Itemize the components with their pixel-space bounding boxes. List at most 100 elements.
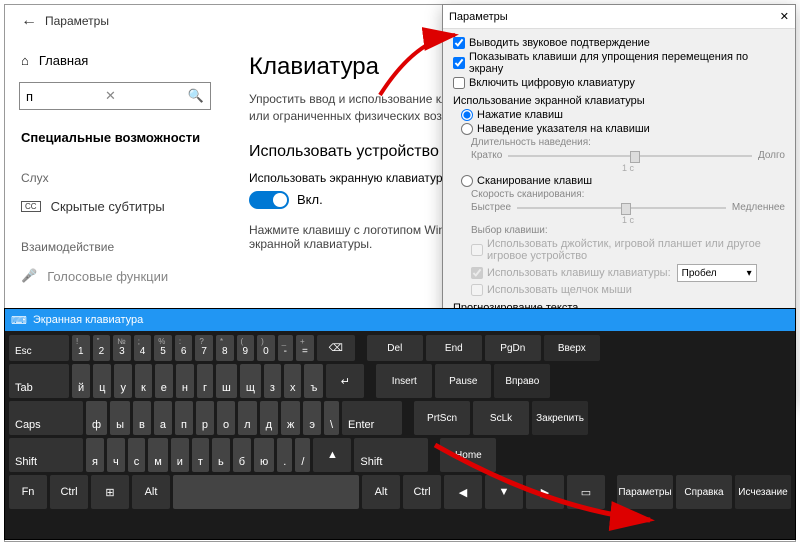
key-9[interactable]: (9 [237, 335, 255, 361]
key-и[interactable]: и [171, 438, 189, 472]
key-ш[interactable]: ш [216, 364, 237, 398]
chk-keyboard[interactable]: Использовать клавишу клавиатуры: [471, 267, 671, 279]
key-fade[interactable]: Исчезание [735, 475, 791, 509]
key-enter[interactable]: Enter [342, 401, 402, 435]
key-щ[interactable]: щ [240, 364, 261, 398]
key-ж[interactable]: ж [281, 401, 300, 435]
key-1[interactable]: !1 [72, 335, 90, 361]
key-del[interactable]: Del [367, 335, 423, 361]
hover-slider[interactable]: Кратко Долго [471, 150, 785, 161]
key-.[interactable]: . [277, 438, 292, 472]
key-help[interactable]: Справка [676, 475, 732, 509]
search-clear-icon[interactable]: ✕ [105, 88, 116, 104]
key-з[interactable]: з [264, 364, 281, 398]
search-input[interactable]: п ✕ 🔍 [19, 82, 211, 110]
key-/[interactable]: / [295, 438, 310, 472]
key-space[interactable] [173, 475, 359, 509]
chk-showkeys[interactable]: Показывать клавиши для упрощения перемещ… [453, 51, 785, 75]
key-д[interactable]: д [260, 401, 278, 435]
slider-track[interactable] [508, 155, 752, 157]
key-ctrl-r[interactable]: Ctrl [403, 475, 441, 509]
chk-numpad[interactable]: Включить цифровую клавиатуру [453, 77, 785, 89]
key-left[interactable]: ◀ [444, 475, 482, 509]
key-esc[interactable]: Esc [9, 335, 69, 361]
key-select[interactable]: Пробел▾ [677, 264, 757, 282]
key-shift-r[interactable]: Shift [354, 438, 428, 472]
key-right[interactable]: Вправо [494, 364, 550, 398]
key-layout[interactable]: ▭ [567, 475, 605, 509]
key-ъ[interactable]: ъ [304, 364, 323, 398]
key-insert[interactable]: Insert [376, 364, 432, 398]
key-home[interactable]: Home [440, 438, 496, 472]
key-о[interactable]: о [217, 401, 235, 435]
key--[interactable]: _- [278, 335, 293, 361]
key-up[interactable]: Вверх [544, 335, 600, 361]
chk-sound[interactable]: Выводить звуковое подтверждение [453, 37, 785, 49]
key-prtscn[interactable]: PrtScn [414, 401, 470, 435]
key-8[interactable]: *8 [216, 335, 234, 361]
key-ф[interactable]: ф [86, 401, 107, 435]
key-\[interactable]: \ [324, 401, 339, 435]
key-down[interactable]: ▼ [485, 475, 523, 509]
key-л[interactable]: л [238, 401, 256, 435]
key-enter-top[interactable]: ↵ [326, 364, 364, 398]
radio-hover[interactable]: Наведение указателя на клавиши [461, 123, 785, 135]
key-win[interactable]: ⊞ [91, 475, 129, 509]
key-params[interactable]: Параметры [617, 475, 673, 509]
key-е[interactable]: е [155, 364, 173, 398]
radio-scan[interactable]: Сканирование клавиш [461, 175, 785, 187]
key-э[interactable]: э [303, 401, 321, 435]
key-altgr[interactable]: Alt [362, 475, 400, 509]
key-0[interactable]: )0 [257, 335, 275, 361]
key-н[interactable]: н [176, 364, 194, 398]
key-shift-l[interactable]: Shift [9, 438, 83, 472]
nav-voice[interactable]: 🎤 Голосовые функции [5, 258, 225, 294]
key-ч[interactable]: ч [107, 438, 125, 472]
key-7[interactable]: ?7 [195, 335, 213, 361]
chk-mouse[interactable]: Использовать щелчок мыши [471, 284, 785, 296]
key-ы[interactable]: ы [110, 401, 130, 435]
key-caps[interactable]: Caps [9, 401, 83, 435]
key-sclk[interactable]: ScLk [473, 401, 529, 435]
key-tab[interactable]: Tab [9, 364, 69, 398]
key-п[interactable]: п [175, 401, 193, 435]
key-right-arrow[interactable]: ▶ [526, 475, 564, 509]
key-fn[interactable]: Fn [9, 475, 47, 509]
key-с[interactable]: с [128, 438, 146, 472]
key-pin[interactable]: Закрепить [532, 401, 588, 435]
key-3[interactable]: №3 [113, 335, 131, 361]
chk-joystick[interactable]: Использовать джойстик, игровой планшет и… [471, 238, 785, 262]
key-4[interactable]: ;4 [134, 335, 152, 361]
key-arrow-up[interactable]: ▲ [313, 438, 351, 472]
key-pause[interactable]: Pause [435, 364, 491, 398]
key-backspace[interactable]: ⌫ [317, 335, 355, 361]
radio-click[interactable]: Нажатие клавиш [461, 109, 785, 121]
key-р[interactable]: р [196, 401, 214, 435]
key-у[interactable]: у [114, 364, 132, 398]
key-б[interactable]: б [233, 438, 251, 472]
key-в[interactable]: в [133, 401, 151, 435]
key-5[interactable]: %5 [154, 335, 172, 361]
key-ю[interactable]: ю [254, 438, 274, 472]
key-к[interactable]: к [135, 364, 152, 398]
slider-track[interactable] [517, 207, 726, 209]
toggle-pill[interactable] [249, 191, 289, 209]
key-ь[interactable]: ь [212, 438, 230, 472]
key-м[interactable]: м [148, 438, 168, 472]
close-icon[interactable]: ✕ [780, 10, 789, 23]
key-2[interactable]: "2 [93, 335, 111, 361]
key-т[interactable]: т [192, 438, 209, 472]
key-я[interactable]: я [86, 438, 104, 472]
key-=[interactable]: += [296, 335, 314, 361]
home-nav[interactable]: ⌂ Главная [5, 45, 225, 76]
key-alt[interactable]: Alt [132, 475, 170, 509]
key-г[interactable]: г [197, 364, 213, 398]
key-ctrl[interactable]: Ctrl [50, 475, 88, 509]
key-а[interactable]: а [154, 401, 172, 435]
key-pgdn[interactable]: PgDn [485, 335, 541, 361]
key-х[interactable]: х [284, 364, 302, 398]
key-end[interactable]: End [426, 335, 482, 361]
scan-slider[interactable]: Быстрее Медленнее [471, 202, 785, 213]
search-icon[interactable]: 🔍 [188, 88, 204, 104]
key-6[interactable]: :6 [175, 335, 193, 361]
